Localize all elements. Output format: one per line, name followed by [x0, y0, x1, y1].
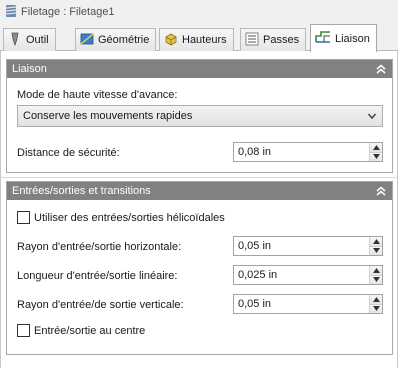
feed-mode-label: Mode de haute vitesse d'avance: [17, 89, 178, 101]
linear-length-label: Longueur d'entrée/sortie linéaire: [17, 270, 178, 282]
horiz-radius-input[interactable] [234, 237, 364, 255]
helical-label: Utiliser des entrées/sorties hélicoïdale… [34, 211, 225, 224]
linear-length-stepper[interactable] [369, 266, 382, 284]
tab-hauteurs[interactable]: Hauteurs [159, 28, 234, 51]
linking-icon [315, 30, 331, 47]
center-label: Entrée/sortie au centre [34, 324, 146, 337]
leads-panel: Entrées/sorties et transitions Utiliser … [6, 181, 393, 355]
passes-icon [245, 32, 259, 49]
geometry-icon [80, 32, 94, 49]
stepper-up-icon[interactable] [370, 143, 382, 152]
vert-radius-input[interactable] [234, 295, 364, 313]
tab-bar: Outil Géométrie Hauteurs Passes Liaison [0, 24, 398, 52]
horiz-radius-field[interactable] [233, 236, 383, 256]
helical-checkbox[interactable]: Utiliser des entrées/sorties hélicoïdale… [17, 211, 225, 224]
stepper-up-icon[interactable] [370, 237, 382, 246]
window-title: Filetage : Filetage1 [21, 6, 115, 18]
tab-content: Liaison Mode de haute vitesse d'avance: … [0, 51, 398, 368]
linear-length-field[interactable] [233, 265, 383, 285]
vert-radius-field[interactable] [233, 294, 383, 314]
liaison-panel-header[interactable]: Liaison [7, 60, 392, 78]
chevron-down-icon [367, 111, 377, 124]
linear-length-input[interactable] [234, 266, 364, 284]
title-bar: Filetage : Filetage1 [0, 0, 398, 24]
tab-geometrie-label: Géométrie [98, 34, 150, 46]
panel-divider [1, 177, 398, 178]
liaison-panel-title: Liaison [12, 63, 47, 75]
horiz-radius-stepper[interactable] [369, 237, 382, 255]
tab-outil[interactable]: Outil [3, 28, 56, 51]
tab-outil-label: Outil [26, 34, 49, 46]
liaison-panel: Liaison Mode de haute vitesse d'avance: … [6, 59, 393, 173]
checkbox-box[interactable] [17, 324, 30, 337]
stepper-down-icon[interactable] [370, 245, 382, 255]
leads-panel-title: Entrées/sorties et transitions [12, 185, 151, 197]
checkbox-box[interactable] [17, 211, 30, 224]
tab-liaison[interactable]: Liaison [310, 24, 377, 52]
center-checkbox[interactable]: Entrée/sortie au centre [17, 324, 145, 337]
tab-geometrie[interactable]: Géométrie [75, 28, 157, 51]
feed-mode-select[interactable]: Conserve les mouvements rapides [17, 105, 383, 127]
collapse-chevron-icon[interactable] [375, 63, 387, 75]
safe-distance-input[interactable] [234, 143, 364, 161]
thread-icon [5, 4, 17, 21]
tab-passes-label: Passes [263, 34, 300, 46]
leads-panel-header[interactable]: Entrées/sorties et transitions [7, 182, 392, 200]
stepper-down-icon[interactable] [370, 151, 382, 161]
horiz-radius-label: Rayon d'entrée/sortie horizontale: [17, 241, 182, 253]
tool-icon [8, 32, 22, 49]
stepper-down-icon[interactable] [370, 303, 382, 313]
stepper-down-icon[interactable] [370, 274, 382, 284]
safe-distance-label: Distance de sécurité: [17, 147, 120, 159]
collapse-chevron-icon[interactable] [375, 185, 387, 197]
safe-distance-field[interactable] [233, 142, 383, 162]
tab-liaison-label: Liaison [335, 32, 370, 45]
stepper-up-icon[interactable] [370, 266, 382, 275]
heights-icon [164, 32, 178, 49]
feed-mode-value: Conserve les mouvements rapides [23, 110, 193, 122]
stepper-up-icon[interactable] [370, 295, 382, 304]
tab-hauteurs-label: Hauteurs [182, 34, 227, 46]
tab-passes[interactable]: Passes [240, 28, 307, 51]
vert-radius-stepper[interactable] [369, 295, 382, 313]
vert-radius-label: Rayon d'entrée/de sortie verticale: [17, 299, 184, 311]
safe-distance-stepper[interactable] [369, 143, 382, 161]
